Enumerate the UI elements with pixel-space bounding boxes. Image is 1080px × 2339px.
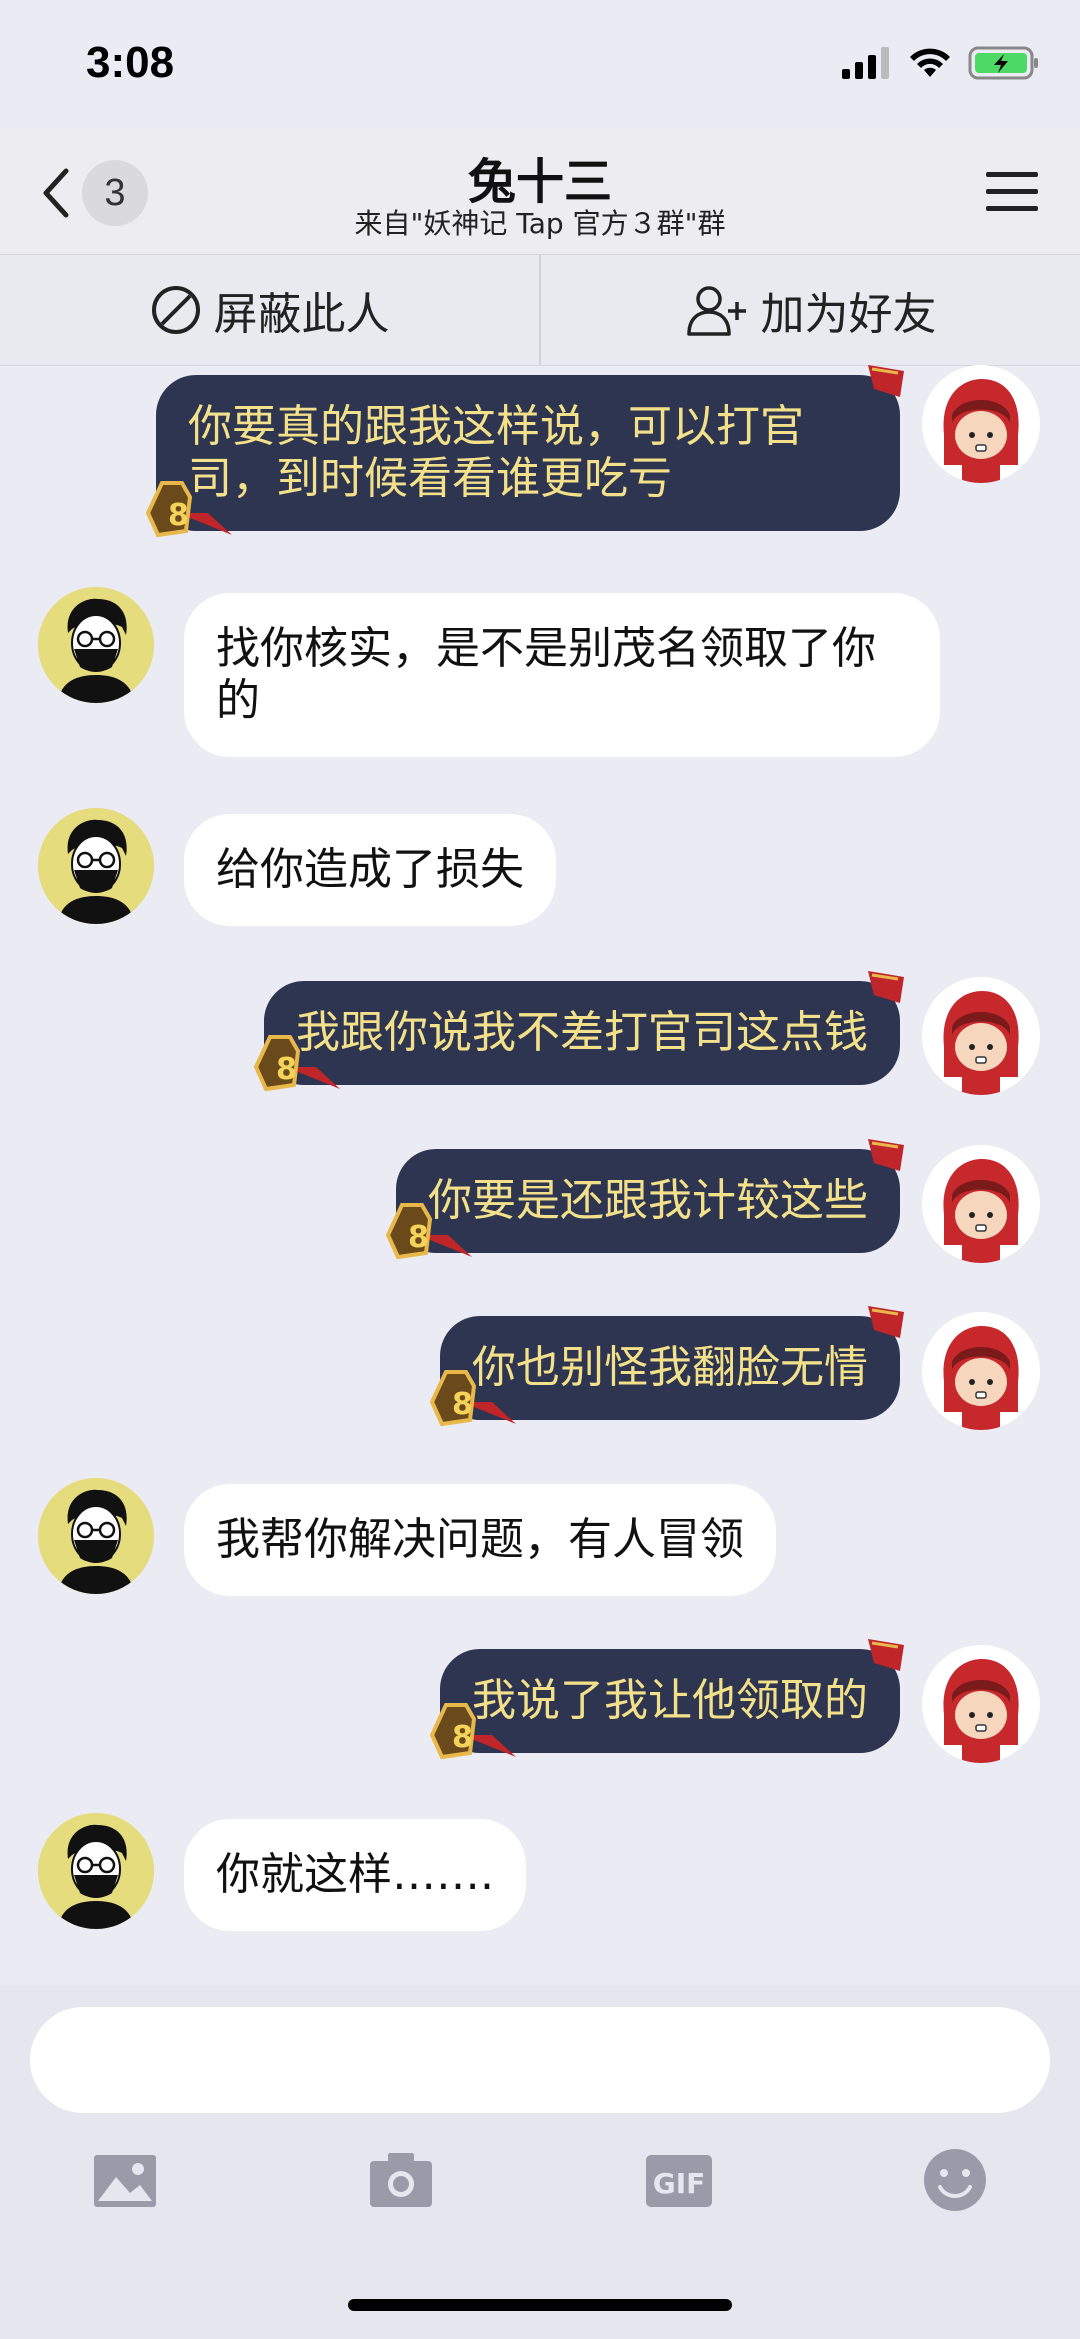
- vip-corner-badge-icon: [868, 1139, 904, 1171]
- my-message-bubble[interactable]: 你要是还跟我计较这些 8: [385, 1139, 904, 1260]
- chat-area[interactable]: 你要真的跟我这样说，可以打官司，到时候看看谁更吃亏 8 找你核实，是不是别茂名领…: [0, 365, 1080, 1985]
- my-message-bubble[interactable]: 我跟你说我不差打官司这点钱 8: [253, 971, 904, 1092]
- contact-message-bubble[interactable]: 你就这样…….: [184, 1819, 526, 1931]
- block-icon: [151, 286, 200, 334]
- my-message-bubble[interactable]: 我说了我让他领取的 8: [429, 1639, 904, 1760]
- message-input[interactable]: [30, 2007, 1050, 2113]
- my-avatar[interactable]: [922, 1145, 1040, 1263]
- message-text: 你要是还跟我计较这些: [428, 1175, 868, 1226]
- message-text: 你就这样…….: [216, 1849, 494, 1900]
- contact-message-bubble[interactable]: 给你造成了损失: [184, 814, 556, 926]
- block-user-label: 屏蔽此人: [213, 289, 390, 340]
- gif-icon[interactable]: GIF: [644, 2145, 714, 2215]
- message-text: 我跟你说我不差打官司这点钱: [296, 1007, 868, 1058]
- vip-corner-badge-icon: [868, 365, 904, 397]
- page-subtitle: 来自"妖神记 Tap 官方３群"群: [354, 207, 726, 240]
- status-icons: [842, 46, 1040, 80]
- red-hood-avatar-icon: [922, 977, 1040, 1095]
- wifi-icon: [910, 48, 950, 77]
- message-text: 找你核实，是不是别茂名领取了你的: [216, 623, 876, 726]
- status-time: 3:08: [86, 38, 175, 87]
- level-8-emblem-icon: 8: [145, 481, 232, 538]
- level-8-emblem-icon: 8: [253, 1035, 340, 1092]
- add-user-icon: [686, 286, 746, 336]
- camera-icon[interactable]: [366, 2145, 436, 2215]
- masked-person-avatar-icon: [38, 808, 154, 924]
- my-avatar[interactable]: [922, 365, 1040, 483]
- contact-message-bubble[interactable]: 我帮你解决问题，有人冒领: [184, 1484, 776, 1596]
- contact-message-bubble[interactable]: 找你核实，是不是别茂名领取了你的: [184, 593, 940, 757]
- gif-label: GIF: [653, 2167, 706, 2200]
- svg-text:8: 8: [276, 1052, 297, 1087]
- status-bar: 3:08: [0, 0, 1080, 130]
- home-indicator[interactable]: [348, 2299, 732, 2311]
- red-hood-avatar-icon: [922, 1145, 1040, 1263]
- message-text: 我帮你解决问题，有人冒领: [216, 1514, 744, 1565]
- nav-bar: 3 兔十三 来自"妖神记 Tap 官方３群"群: [0, 130, 1080, 254]
- composer-toolbar: GIF: [0, 2145, 1080, 2235]
- svg-text:8: 8: [452, 1387, 473, 1422]
- my-message-bubble[interactable]: 你要真的跟我这样说，可以打官司，到时候看看谁更吃亏 8: [145, 365, 904, 538]
- level-8-emblem-icon: 8: [429, 1703, 516, 1760]
- message-text: 我说了我让他领取的: [472, 1675, 868, 1726]
- image-icon[interactable]: [90, 2145, 160, 2215]
- level-8-emblem-icon: 8: [429, 1370, 516, 1427]
- composer: GIF: [0, 1985, 1080, 2339]
- block-user-button[interactable]: 屏蔽此人: [0, 255, 539, 365]
- masked-person-avatar-icon: [38, 587, 154, 703]
- contact-avatar[interactable]: [38, 1478, 154, 1594]
- svg-text:8: 8: [168, 498, 189, 533]
- level-8-emblem-icon: 8: [385, 1203, 472, 1260]
- my-avatar[interactable]: [922, 977, 1040, 1095]
- my-avatar[interactable]: [922, 1312, 1040, 1430]
- vip-corner-badge-icon: [868, 1306, 904, 1338]
- add-friend-button[interactable]: 加为好友: [541, 255, 1080, 365]
- contact-avatar[interactable]: [38, 1813, 154, 1929]
- message-text: 你也别怪我翻脸无情: [472, 1342, 868, 1393]
- red-hood-avatar-icon: [922, 365, 1040, 483]
- red-hood-avatar-icon: [922, 1312, 1040, 1430]
- action-bar: 屏蔽此人 加为好友: [0, 254, 1080, 366]
- masked-person-avatar-icon: [38, 1478, 154, 1594]
- add-friend-label: 加为好友: [760, 289, 937, 340]
- my-avatar[interactable]: [922, 1645, 1040, 1763]
- masked-person-avatar-icon: [38, 1813, 154, 1929]
- my-message-bubble[interactable]: 你也别怪我翻脸无情 8: [429, 1306, 904, 1427]
- contact-avatar[interactable]: [38, 587, 154, 703]
- message-text: 给你造成了损失: [216, 844, 524, 895]
- message-text: 你要真的跟我这样说，可以打官司，到时候看看谁更吃亏: [188, 401, 804, 504]
- svg-text:8: 8: [452, 1720, 473, 1755]
- contact-avatar[interactable]: [38, 808, 154, 924]
- vip-corner-badge-icon: [868, 1639, 904, 1671]
- svg-text:8: 8: [408, 1220, 429, 1255]
- signal-icon: [842, 47, 889, 79]
- emoji-icon[interactable]: [920, 2145, 990, 2215]
- battery-charging-icon: [968, 46, 1038, 80]
- vip-corner-badge-icon: [868, 971, 904, 1003]
- red-hood-avatar-icon: [922, 1645, 1040, 1763]
- menu-icon[interactable]: [984, 164, 1040, 220]
